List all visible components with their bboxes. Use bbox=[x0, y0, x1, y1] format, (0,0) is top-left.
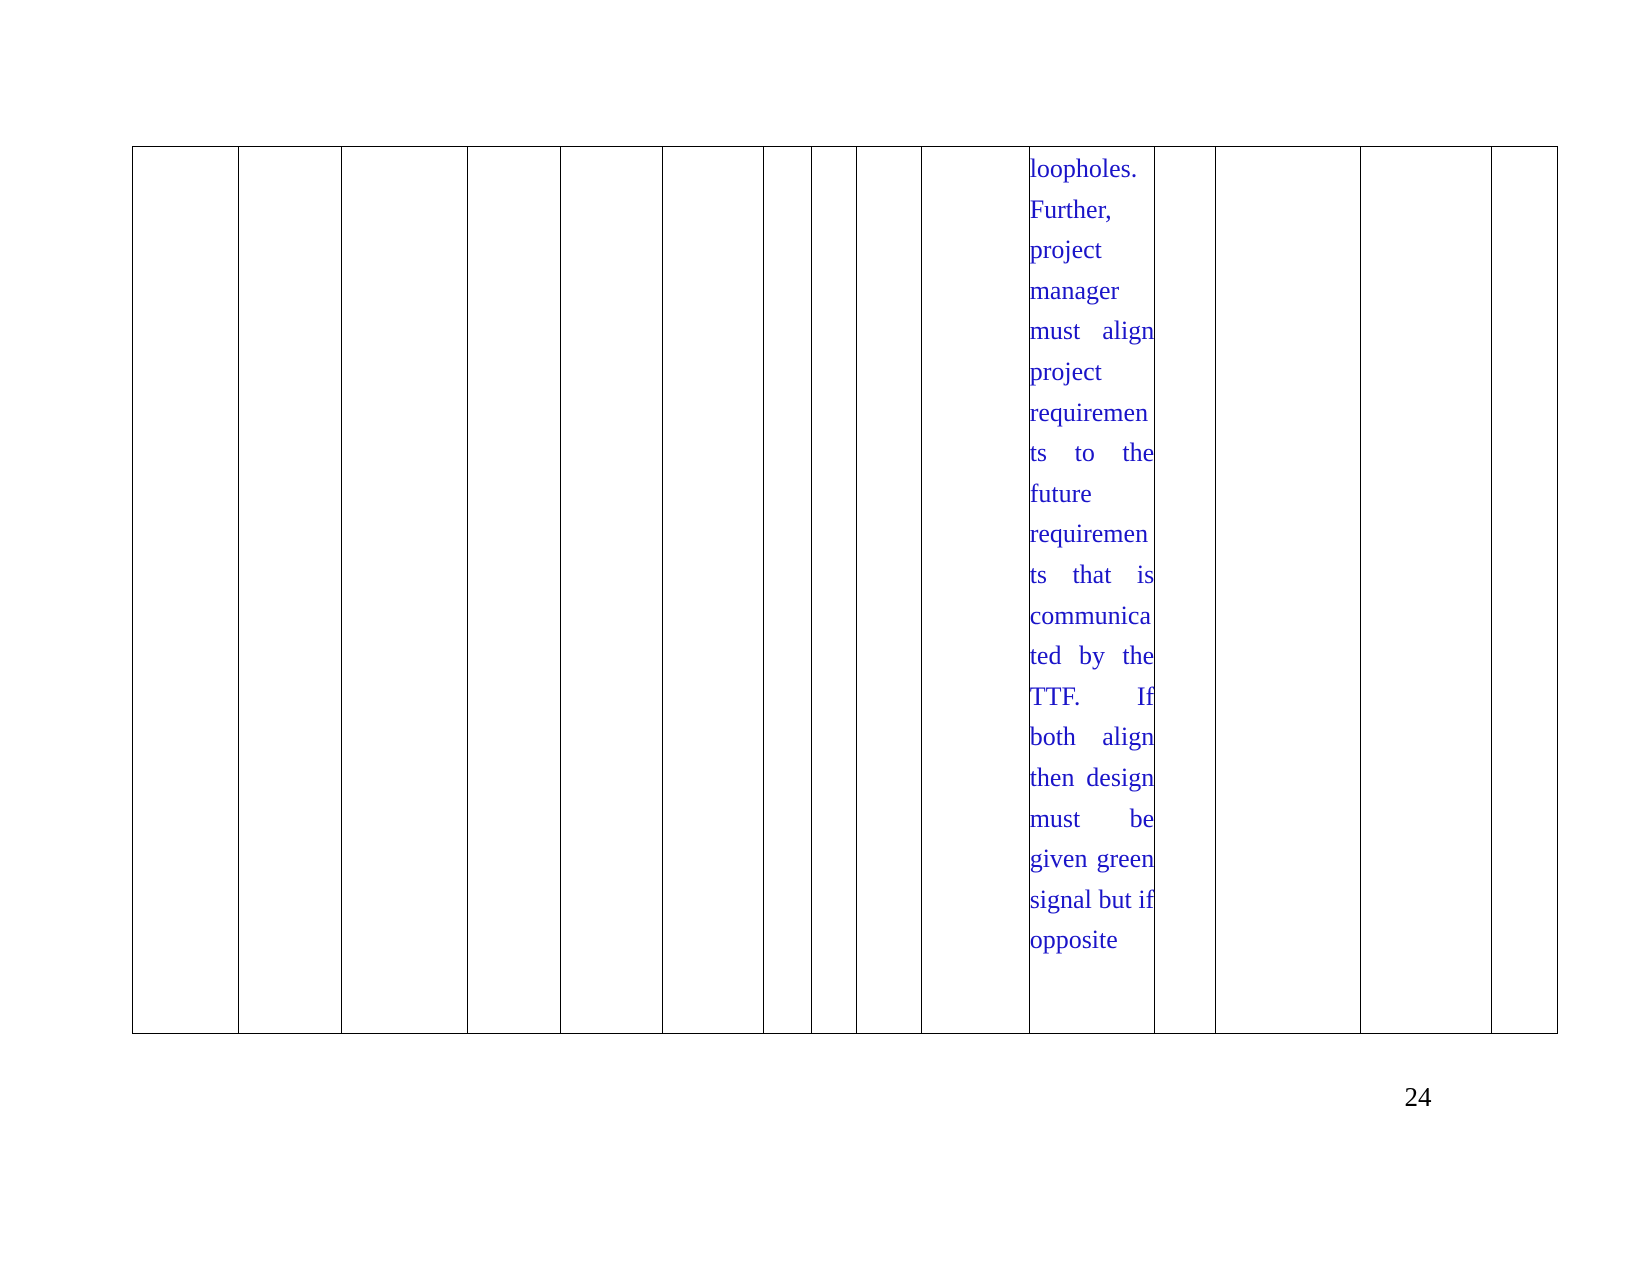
table-cell-9 bbox=[855, 146, 923, 1034]
table-cell-10 bbox=[921, 146, 1030, 1034]
table-cell-2 bbox=[238, 146, 342, 1034]
table-cell-5 bbox=[559, 146, 664, 1034]
data-table: loopholes. Further, project manager must… bbox=[131, 146, 1559, 1034]
table-cell-11-paragraph: loopholes. Further, project manager must… bbox=[1028, 146, 1156, 1034]
table-cell-12 bbox=[1154, 146, 1217, 1034]
table-cell-6 bbox=[662, 146, 764, 1034]
table-cell-3 bbox=[340, 146, 469, 1034]
table-row: loopholes. Further, project manager must… bbox=[131, 146, 1559, 1034]
table-cell-7 bbox=[762, 146, 812, 1034]
table-cell-13 bbox=[1215, 146, 1362, 1034]
table-cell-15 bbox=[1490, 146, 1559, 1034]
table-cell-4 bbox=[467, 146, 561, 1034]
continued-paragraph-text: loopholes. Further, project manager must… bbox=[1029, 154, 1155, 955]
table-cell-1 bbox=[131, 146, 240, 1034]
table-cell-14 bbox=[1360, 146, 1492, 1034]
table-cell-8 bbox=[810, 146, 857, 1034]
document-page: loopholes. Further, project manager must… bbox=[0, 0, 1651, 1275]
page-number: 24 bbox=[1404, 1082, 1432, 1112]
